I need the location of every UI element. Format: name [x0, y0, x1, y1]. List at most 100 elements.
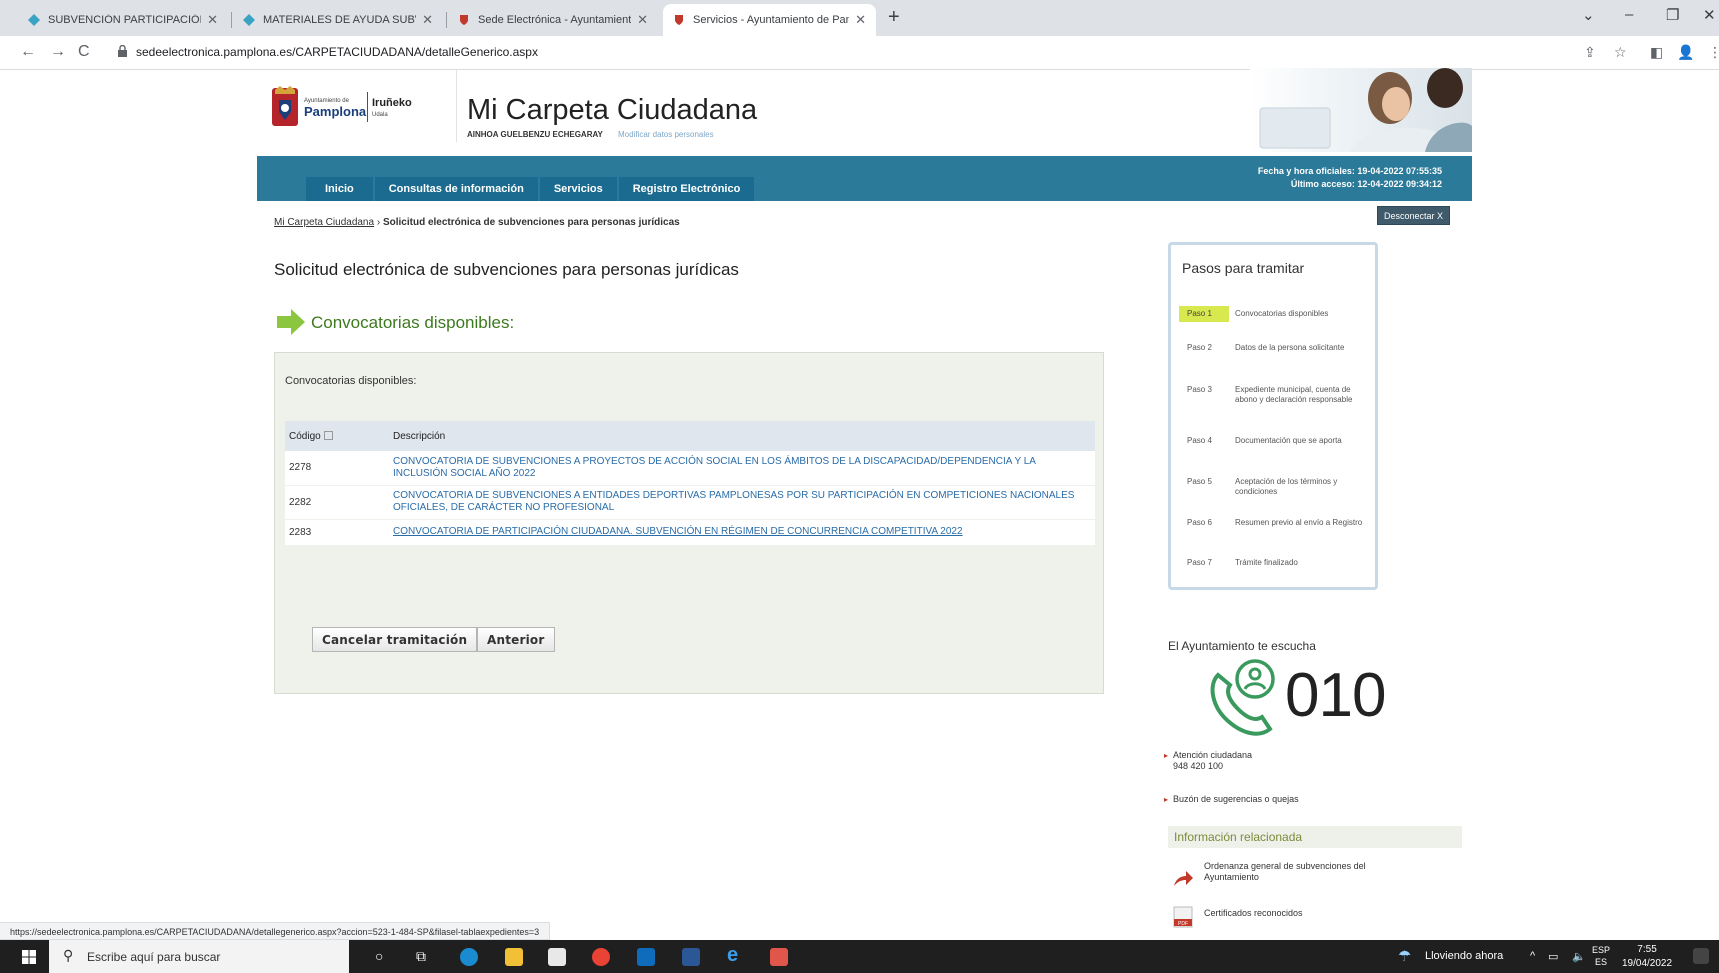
header-photo — [1250, 68, 1472, 152]
nav-servicios[interactable]: Servicios — [539, 177, 617, 201]
nav-inicio[interactable]: Inicio — [306, 177, 373, 201]
taskbar-search-placeholder: Escribe aquí para buscar — [87, 950, 221, 964]
search-icon: ⚲ — [63, 947, 74, 963]
lock-icon[interactable] — [118, 45, 127, 57]
related-link-certificados[interactable]: Certificados reconocidos — [1204, 908, 1303, 919]
close-icon[interactable]: ✕ — [637, 12, 648, 28]
tab-title: Sede Electrónica - Ayuntamiento — [478, 14, 632, 26]
browser-tab[interactable]: SUBVENCIÓN PARTICIPACIÓN CI ✕ — [18, 4, 228, 36]
breadcrumb-root[interactable]: Mi Carpeta Ciudadana — [274, 217, 374, 228]
star-icon[interactable]: ☆ — [1614, 44, 1627, 61]
official-label: Fecha y hora oficiales: — [1257, 166, 1355, 176]
contact-title: El Ayuntamiento te escucha — [1168, 639, 1316, 653]
arrow-curve-icon — [1174, 871, 1193, 886]
row-description-link[interactable]: CONVOCATORIA DE PARTICIPACIÓN CIUDADANA.… — [393, 526, 963, 537]
menu-icon[interactable]: ⋮ — [1708, 44, 1719, 61]
lang-primary: ESP — [1592, 945, 1611, 955]
step-number: Paso 2 — [1187, 343, 1212, 352]
store-icon[interactable] — [548, 948, 566, 966]
cancel-button[interactable]: Cancelar tramitación — [312, 627, 478, 652]
official-datetime: Fecha y hora oficiales: 19-04-2022 07:55… — [1258, 165, 1442, 191]
close-icon[interactable]: ✕ — [207, 12, 218, 28]
nav-consultas[interactable]: Consultas de información — [374, 177, 538, 201]
chevron-down-icon[interactable]: ⌄ — [1582, 6, 1595, 24]
row-code: 2283 — [285, 519, 389, 546]
disconnect-button[interactable]: Desconectar X — [1377, 206, 1451, 225]
nav-registro[interactable]: Registro Electrónico — [618, 177, 755, 201]
explorer-icon[interactable] — [505, 948, 523, 966]
word-icon[interactable] — [682, 948, 700, 966]
taskview-icon[interactable]: ⧉ — [416, 948, 426, 965]
forward-icon[interactable]: → — [50, 43, 66, 61]
profile-icon[interactable]: 👤 — [1677, 44, 1694, 61]
attention-link[interactable]: Atención ciudadana 948 420 100 — [1164, 750, 1253, 772]
tab-divider — [231, 12, 232, 28]
table-row[interactable]: 2278 CONVOCATORIA DE SUBVENCIONES A PROY… — [285, 451, 1095, 486]
edge-icon[interactable] — [460, 948, 478, 966]
browser-tab[interactable]: MATERIALES DE AYUDA SUBVEN ✕ — [233, 4, 443, 36]
column-label: Código — [289, 430, 321, 442]
tab-title: Servicios - Ayuntamiento de Pam — [693, 14, 850, 26]
chrome-icon[interactable] — [592, 948, 610, 966]
app-icon[interactable] — [770, 948, 788, 966]
system-clock[interactable]: 7:55 19/04/2022 — [1622, 943, 1672, 971]
last-access-value: 12-04-2022 09:34:12 — [1357, 179, 1442, 189]
attention-phone: 948 420 100 — [1173, 761, 1224, 771]
close-window-icon[interactable]: ✕ — [1703, 6, 1716, 24]
logo-text: Udala — [372, 112, 388, 118]
back-icon[interactable]: ← — [20, 43, 36, 61]
step-number: Paso 6 — [1187, 518, 1212, 527]
weather-text[interactable]: Lloviendo ahora — [1425, 950, 1503, 962]
windows-icon[interactable] — [22, 950, 36, 964]
step-number: Paso 1 — [1179, 306, 1229, 322]
last-access-label: Último acceso: — [1290, 179, 1355, 189]
suggestions-link[interactable]: Buzón de sugerencias o quejas — [1164, 794, 1299, 805]
umbrella-icon: ☂ — [1398, 948, 1412, 965]
row-description-link[interactable]: CONVOCATORIA DE SUBVENCIONES A PROYECTOS… — [393, 456, 1035, 479]
sidepanel-icon[interactable]: ◧ — [1650, 44, 1663, 61]
column-label: Descripción — [393, 430, 446, 442]
lang-indicator[interactable]: ESP ES — [1592, 944, 1610, 968]
panel-label: Convocatorias disponibles: — [285, 375, 417, 387]
column-header-description: Descripción — [389, 421, 1095, 451]
notification-icon[interactable] — [1693, 948, 1709, 964]
phone-icon[interactable] — [1200, 655, 1288, 739]
sort-icon[interactable] — [323, 431, 333, 441]
modify-data-link[interactable]: Modificar datos personales — [618, 130, 714, 139]
volume-icon[interactable]: 🔈 — [1572, 950, 1586, 963]
breadcrumb: Mi Carpeta Ciudadana › Solicitud electró… — [274, 217, 680, 228]
minimize-icon[interactable]: – — [1625, 6, 1633, 23]
diamond-icon — [28, 14, 40, 26]
attention-label: Atención ciudadana — [1173, 750, 1253, 760]
step-label: Datos de la persona solicitante — [1235, 343, 1345, 352]
ie-icon[interactable]: e — [727, 944, 738, 967]
related-link-ordenanza[interactable]: Ordenanza general de subvenciones del Ay… — [1204, 861, 1384, 883]
reload-icon[interactable]: C — [78, 43, 90, 61]
taskbar-search[interactable]: ⚲ Escribe aquí para buscar — [49, 940, 349, 973]
pamplona-logo[interactable]: Ayuntamiento de Pamplona Iruñeko Udala — [272, 86, 422, 130]
new-tab-icon[interactable]: + — [888, 6, 900, 29]
address-bar[interactable]: sedeelectronica.pamplona.es/CARPETACIUDA… — [136, 45, 538, 59]
close-icon[interactable]: ✕ — [422, 12, 433, 28]
user-name: AINHOA GUELBENZU ECHEGARAY — [467, 130, 603, 139]
site-title: Mi Carpeta Ciudadana — [467, 94, 758, 126]
back-button[interactable]: Anterior — [477, 627, 555, 652]
table-row[interactable]: 2283 CONVOCATORIA DE PARTICIPACIÓN CIUDA… — [285, 519, 1095, 546]
column-header-code[interactable]: Código — [285, 421, 389, 451]
row-description-link[interactable]: CONVOCATORIA DE SUBVENCIONES A ENTIDADES… — [393, 490, 1074, 513]
network-icon[interactable]: ▭ — [1548, 950, 1558, 963]
shield-icon — [675, 15, 683, 25]
browser-tab[interactable]: Sede Electrónica - Ayuntamiento ✕ — [448, 4, 658, 36]
table-row[interactable]: 2282 CONVOCATORIA DE SUBVENCIONES A ENTI… — [285, 485, 1095, 520]
convocatorias-table: Código Descripción 2278 CONVOCATORIA DE … — [285, 421, 1095, 546]
restore-icon[interactable]: ❐ — [1666, 6, 1679, 24]
browser-tab-active[interactable]: Servicios - Ayuntamiento de Pam ✕ — [663, 4, 876, 36]
share-icon[interactable]: ⇪ — [1584, 44, 1596, 61]
page-title: Solicitud electrónica de subvenciones pa… — [274, 260, 739, 279]
tray-chevron-icon[interactable]: ^ — [1530, 950, 1535, 962]
step-number: Paso 3 — [1187, 385, 1212, 394]
row-code: 2278 — [285, 451, 389, 486]
cortana-icon[interactable]: ○ — [375, 948, 383, 964]
outlook-icon[interactable] — [637, 948, 655, 966]
close-icon[interactable]: ✕ — [855, 12, 866, 28]
